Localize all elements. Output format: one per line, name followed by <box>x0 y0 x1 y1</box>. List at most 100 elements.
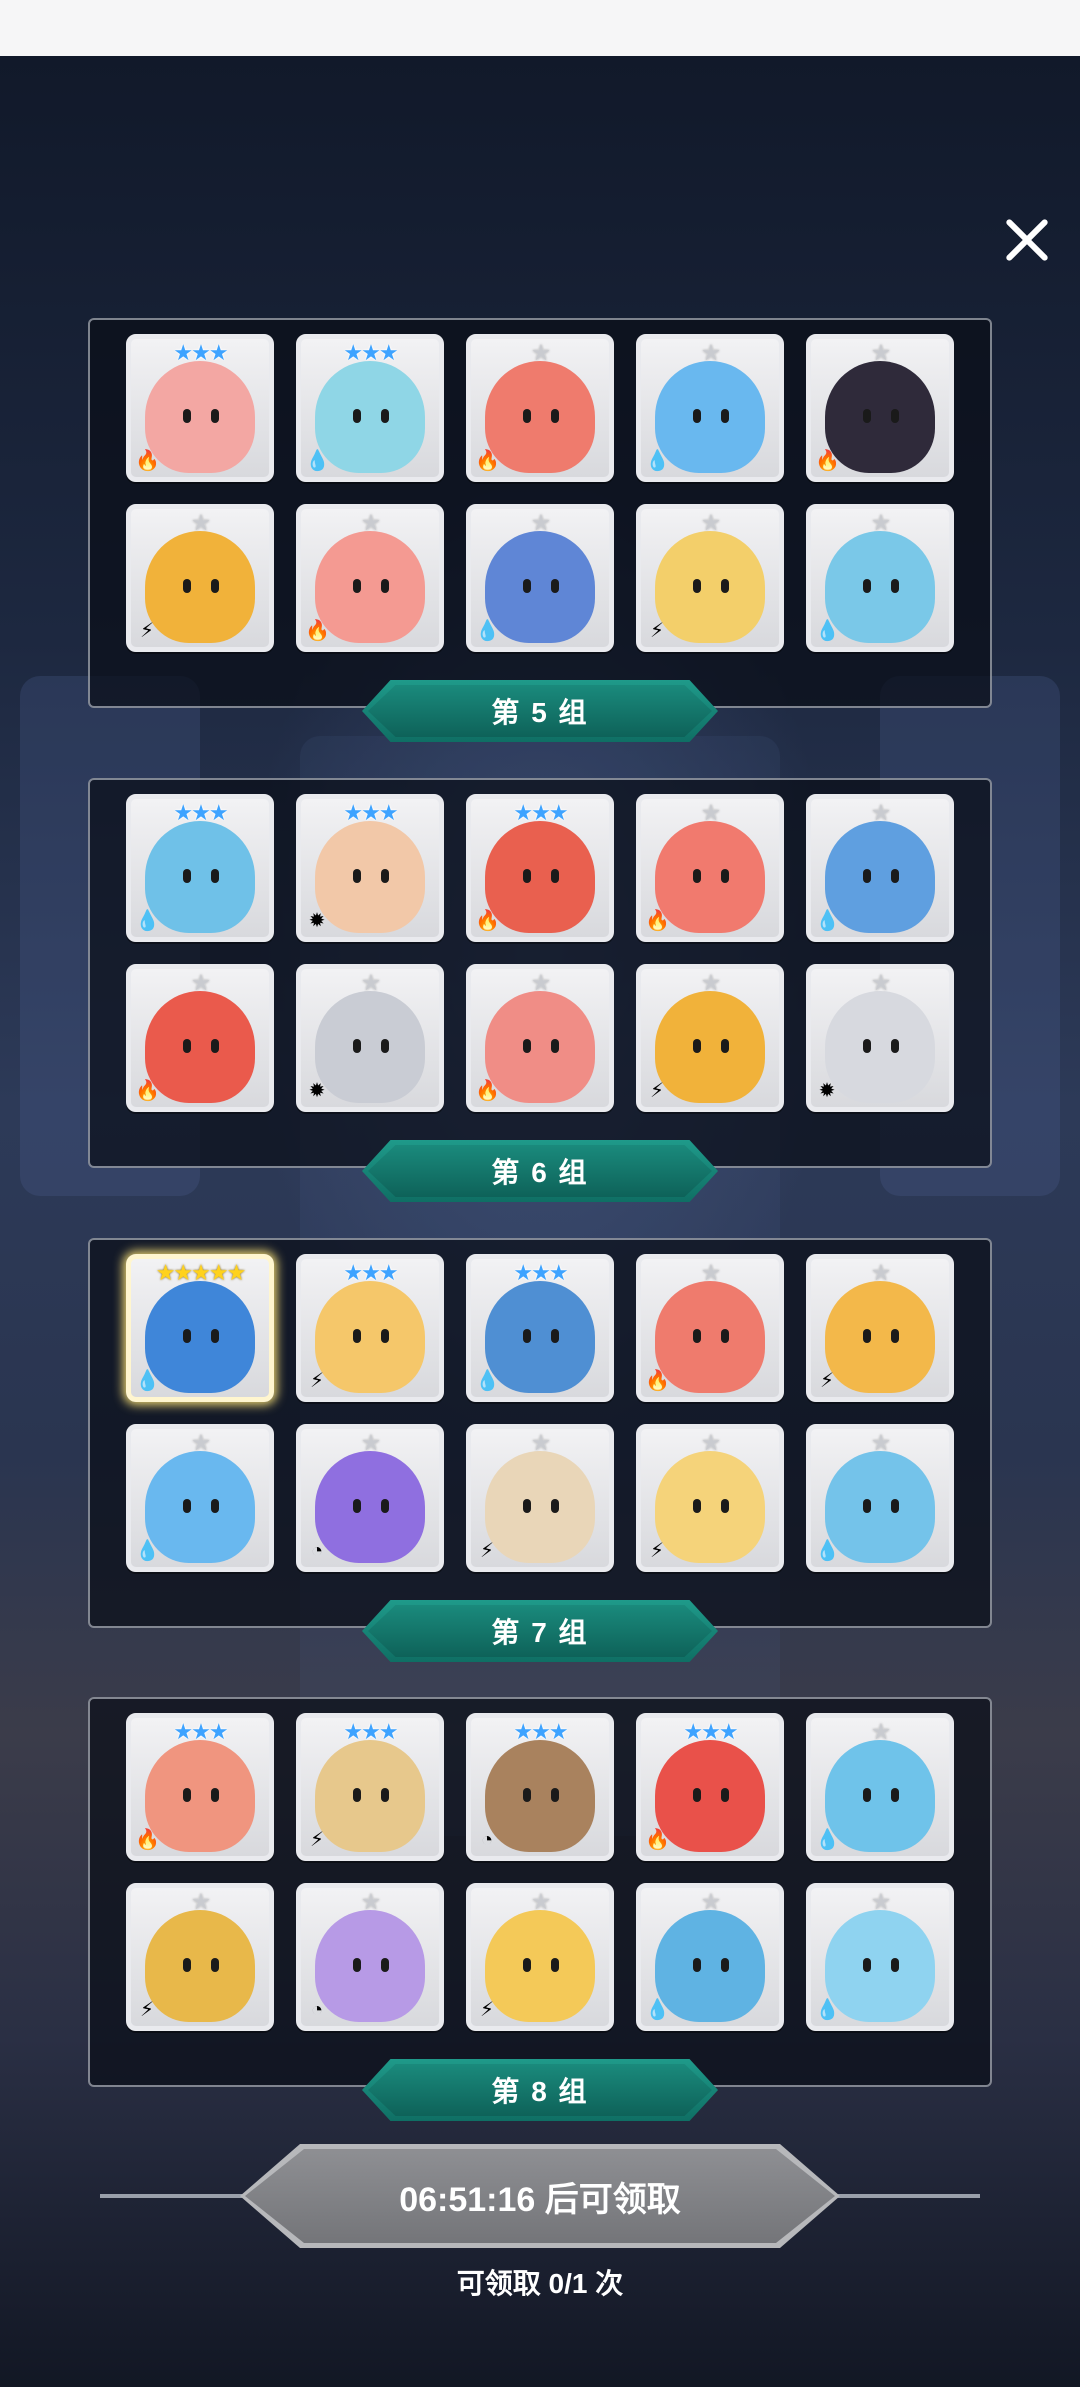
hero-eyes <box>679 1788 749 1802</box>
water-element-icon: 💧 <box>645 1999 670 2021</box>
hero-card[interactable]: ★ 💧 <box>806 504 954 652</box>
water-element-icon: 💧 <box>815 620 840 642</box>
hero-portrait <box>825 361 935 473</box>
close-icon[interactable] <box>998 212 1054 268</box>
hero-card[interactable]: ★ ⚡ <box>466 1883 614 2031</box>
star-rating: ★ <box>871 340 891 365</box>
thunder-element-icon: ⚡ <box>649 1540 665 1562</box>
hero-card[interactable]: ★ ⚡ <box>466 1424 614 1572</box>
claim-button[interactable]: 06:51:16 后可领取 <box>240 2144 840 2248</box>
hero-card[interactable]: ★ ⚡ <box>636 504 784 652</box>
hero-eyes <box>679 1499 749 1513</box>
star-rating: ★★★ <box>513 800 568 825</box>
hero-eyes <box>679 869 749 883</box>
hero-card[interactable]: ★ 🔥 <box>466 964 614 1112</box>
star-rating: ★ <box>701 1889 721 1914</box>
hero-card[interactable]: ★ 💧 <box>806 1713 954 1861</box>
hero-card[interactable]: ★★★★★ 💧 <box>126 1254 274 1402</box>
group-panel: ★★★ 🔥 ★★★ 💧 ★ 🔥 ★ 💧 ★ 🔥 ★ ⚡ ★ 🔥 ★ 💧 ★ ⚡ ★ 💧 第 5 组 <box>88 318 992 742</box>
hero-card[interactable]: ★ ✹ <box>296 964 444 1112</box>
hero-card[interactable]: ★ ◔ <box>296 1424 444 1572</box>
hero-eyes <box>679 1039 749 1053</box>
star-rating: ★★★ <box>683 1719 738 1744</box>
hero-card[interactable]: ★★★ 🔥 <box>126 334 274 482</box>
hero-card[interactable]: ★ 🔥 <box>126 964 274 1112</box>
hero-eyes <box>339 579 409 593</box>
star-rating: ★ <box>531 340 551 365</box>
hero-card[interactable]: ★ ⚡ <box>636 964 784 1112</box>
hero-card[interactable]: ★★★ 🔥 <box>466 794 614 942</box>
hero-eyes <box>509 1039 579 1053</box>
hero-portrait <box>485 991 595 1103</box>
hero-card[interactable]: ★★★ 🔥 <box>636 1713 784 1861</box>
hero-portrait <box>825 1281 935 1393</box>
hero-card[interactable]: ★ 💧 <box>466 504 614 652</box>
hero-card[interactable]: ★ ✹ <box>806 964 954 1112</box>
hero-card[interactable]: ★ ⚡ <box>806 1254 954 1402</box>
hero-card[interactable]: ★ ⚡ <box>636 1424 784 1572</box>
star-rating: ★ <box>871 1260 891 1285</box>
hero-eyes <box>169 1788 239 1802</box>
star-rating: ★ <box>701 510 721 535</box>
star-rating: ★ <box>701 1430 721 1455</box>
hero-card[interactable]: ★★★ ◔ <box>466 1713 614 1861</box>
hero-eyes <box>849 409 919 423</box>
hero-card[interactable]: ★ 🔥 <box>806 334 954 482</box>
hero-portrait <box>315 531 425 643</box>
hero-eyes <box>679 579 749 593</box>
hero-eyes <box>339 1958 409 1972</box>
fire-element-icon: 🔥 <box>645 1370 670 1392</box>
hero-portrait <box>315 361 425 473</box>
hero-portrait <box>825 1910 935 2022</box>
star-rating: ★ <box>191 1889 211 1914</box>
thunder-element-icon: ⚡ <box>479 1540 495 1562</box>
hero-portrait <box>655 821 765 933</box>
hero-eyes <box>339 1499 409 1513</box>
group-label: 第 6 组 <box>491 1157 589 1188</box>
hero-card[interactable]: ★ 💧 <box>636 334 784 482</box>
hero-portrait <box>655 1740 765 1852</box>
water-element-icon: 💧 <box>815 1540 840 1562</box>
hero-card[interactable]: ★ ⚡ <box>126 1883 274 2031</box>
hero-card[interactable]: ★ 🔥 <box>636 1254 784 1402</box>
hero-eyes <box>169 869 239 883</box>
hero-card[interactable]: ★★★ 💧 <box>466 1254 614 1402</box>
dark-element-icon: ◔ <box>480 1829 494 1851</box>
hero-card[interactable]: ★★★ ⚡ <box>296 1254 444 1402</box>
hero-card[interactable]: ★★★ 💧 <box>126 794 274 942</box>
star-rating: ★ <box>531 970 551 995</box>
hero-eyes <box>849 1788 919 1802</box>
hero-card[interactable]: ★ 💧 <box>806 1883 954 2031</box>
hero-card[interactable]: ★ 💧 <box>636 1883 784 2031</box>
hero-card[interactable]: ★ ⚡ <box>126 504 274 652</box>
hero-card[interactable]: ★★★ ✹ <box>296 794 444 942</box>
hero-card[interactable]: ★ 💧 <box>806 794 954 942</box>
hero-eyes <box>339 1039 409 1053</box>
hero-card[interactable]: ★★★ 🔥 <box>126 1713 274 1861</box>
star-rating: ★★★ <box>513 1719 568 1744</box>
thunder-element-icon: ⚡ <box>649 620 665 642</box>
hero-card[interactable]: ★ 💧 <box>806 1424 954 1572</box>
hero-card[interactable]: ★ 🔥 <box>296 504 444 652</box>
hero-portrait <box>145 361 255 473</box>
claim-count: 可领取 0/1 次 <box>456 2268 624 2299</box>
hero-card[interactable]: ★ 🔥 <box>466 334 614 482</box>
hero-eyes <box>169 1958 239 1972</box>
hero-card[interactable]: ★ 💧 <box>126 1424 274 1572</box>
hero-portrait <box>485 531 595 643</box>
star-rating: ★★★ <box>343 1719 398 1744</box>
hero-card[interactable]: ★ 🔥 <box>636 794 784 942</box>
water-element-icon: 💧 <box>135 1370 160 1392</box>
hero-eyes <box>849 1499 919 1513</box>
hero-card[interactable]: ★ ◔ <box>296 1883 444 2031</box>
claim-button-label: 06:51:16 后可领取 <box>399 2180 681 2219</box>
hero-card[interactable]: ★★★ 💧 <box>296 334 444 482</box>
hero-eyes <box>509 1499 579 1513</box>
hero-card[interactable]: ★★★ ⚡ <box>296 1713 444 1861</box>
hero-eyes <box>169 409 239 423</box>
hero-portrait <box>825 1740 935 1852</box>
hero-portrait <box>825 821 935 933</box>
water-element-icon: 💧 <box>815 1999 840 2021</box>
hero-portrait <box>145 1451 255 1563</box>
group-banner: 第 8 组 <box>362 2059 718 2121</box>
